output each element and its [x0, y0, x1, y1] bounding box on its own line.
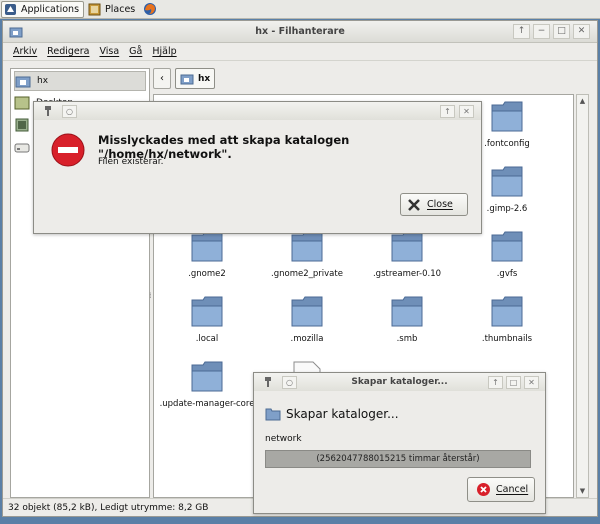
progress-heading: Skapar kataloger... — [286, 407, 399, 421]
applications-menu-button[interactable]: Applications — [1, 0, 85, 18]
window-titlebar[interactable]: hx - Filhanterare ↑ − □ ✕ — [3, 21, 597, 43]
file-name: .gstreamer-0.10 — [372, 269, 442, 279]
error-icon — [51, 133, 85, 167]
places-icon — [88, 3, 101, 15]
file-item[interactable]: .local — [157, 296, 257, 345]
progress-text: (2562047788015215 timmar återstår) — [316, 454, 480, 464]
dialog-titlebar[interactable]: ○ Skapar kataloger... ↑ □ ✕ — [254, 373, 545, 391]
file-item[interactable]: .gvfs — [457, 231, 557, 280]
window-title: hx - Filhanterare — [255, 26, 345, 37]
sidebar-item-label: hx — [37, 76, 49, 86]
folder-icon — [291, 296, 323, 327]
progress-dialog-title: Skapar kataloger... — [351, 377, 448, 387]
dialog-close-button[interactable]: ✕ — [524, 376, 539, 389]
file-item[interactable]: .gstreamer-0.10 — [357, 231, 457, 280]
error-dialog: ○ ↑ ✕ Misslyckades med att skapa katalog… — [33, 101, 482, 234]
desktop-icon — [14, 96, 30, 110]
dialog-titlebar[interactable]: ○ ↑ ✕ — [34, 102, 481, 120]
path-crumb-label: hx — [198, 73, 211, 84]
dialog-pin-icon — [265, 377, 271, 387]
home-folder-icon — [15, 76, 31, 88]
progress-item-label: network — [265, 434, 302, 444]
sidebar-item-home[interactable]: hx — [14, 71, 146, 91]
file-item[interactable]: .smb — [357, 296, 457, 345]
file-name: .smb — [396, 334, 418, 344]
file-name: .gnome2_private — [271, 269, 343, 279]
dialog-maximize-button[interactable]: □ — [506, 376, 521, 389]
file-name: .mozilla — [290, 334, 324, 344]
folder-icon — [191, 361, 223, 392]
path-back-button[interactable]: ‹ — [153, 68, 171, 89]
status-text: 32 objekt (85,2 kB), Ledigt utrymme: 8,2… — [8, 502, 209, 513]
file-item[interactable]: .mozilla — [257, 296, 357, 345]
close-dialog-button[interactable]: Close — [400, 193, 468, 216]
scroll-down-arrow[interactable]: ▼ — [577, 485, 588, 497]
folder-icon — [491, 166, 523, 197]
file-name: .update-manager-core — [159, 399, 255, 409]
places-label: Places — [105, 3, 136, 15]
folder-icon — [391, 296, 423, 327]
file-name: .thumbnails — [481, 334, 533, 344]
file-item[interactable]: .gnome2_private — [257, 231, 357, 280]
cancel-button[interactable]: Cancel — [467, 477, 535, 502]
close-button[interactable]: ✕ — [573, 24, 590, 39]
path-crumb-home[interactable]: hx — [175, 68, 216, 89]
file-name: .gvfs — [496, 269, 518, 279]
menu-ga[interactable]: Gå — [129, 46, 142, 57]
menu-redigera[interactable]: Redigera — [47, 46, 89, 57]
filesystem-drive-icon — [14, 143, 30, 153]
menu-hjalp[interactable]: Hjälp — [152, 46, 176, 57]
dialog-close-button[interactable]: ✕ — [459, 105, 474, 118]
folder-icon — [491, 231, 523, 262]
folder-icon — [491, 296, 523, 327]
path-bar: ‹ hx — [153, 68, 216, 90]
places-menu-button[interactable]: Places — [85, 1, 140, 18]
folder-icon — [265, 408, 281, 421]
folder-icon — [191, 296, 223, 327]
maximize-up-button[interactable]: ↑ — [513, 24, 530, 39]
folder-icon — [391, 231, 423, 262]
cancel-icon — [477, 483, 490, 496]
menu-visa[interactable]: Visa — [99, 46, 119, 57]
dialog-pin-icon — [45, 106, 51, 116]
folder-icon — [291, 231, 323, 262]
progress-dialog: ○ Skapar kataloger... ↑ □ ✕ Skapar katal… — [253, 372, 546, 514]
progress-bar: (2562047788015215 timmar återstår) — [265, 450, 531, 468]
vertical-scrollbar[interactable]: ▲ ▼ — [576, 94, 589, 498]
firefox-icon[interactable] — [143, 2, 157, 16]
dialog-menu-button[interactable]: ○ — [62, 105, 77, 118]
folder-home-icon — [9, 27, 23, 38]
applications-label: Applications — [21, 3, 80, 15]
maximize-button[interactable]: □ — [553, 24, 570, 39]
folder-icon — [491, 101, 523, 132]
dialog-menu-button[interactable]: ○ — [282, 376, 297, 389]
menu-bar: Arkiv Redigera Visa Gå Hjälp — [3, 43, 597, 61]
cancel-button-label: Cancel — [496, 484, 529, 495]
top-panel: Applications Places — [0, 0, 600, 19]
file-item[interactable]: .gnome2 — [157, 231, 257, 280]
error-message: Filen existerar. — [98, 157, 164, 167]
file-item[interactable]: .thumbnails — [457, 296, 557, 345]
file-name: .local — [195, 334, 219, 344]
close-button-label: Close — [427, 199, 453, 210]
trash-icon — [15, 118, 29, 132]
home-folder-icon — [180, 74, 194, 84]
menu-arkiv[interactable]: Arkiv — [13, 46, 37, 57]
folder-icon — [191, 231, 223, 262]
file-item[interactable]: .update-manager-core — [157, 361, 257, 410]
scroll-up-arrow[interactable]: ▲ — [577, 95, 588, 107]
dialog-up-button[interactable]: ↑ — [440, 105, 455, 118]
close-icon — [408, 198, 420, 211]
dialog-up-button[interactable]: ↑ — [488, 376, 503, 389]
file-name: .gnome2 — [188, 269, 226, 279]
minimize-button[interactable]: − — [533, 24, 550, 39]
applications-icon — [5, 3, 16, 15]
